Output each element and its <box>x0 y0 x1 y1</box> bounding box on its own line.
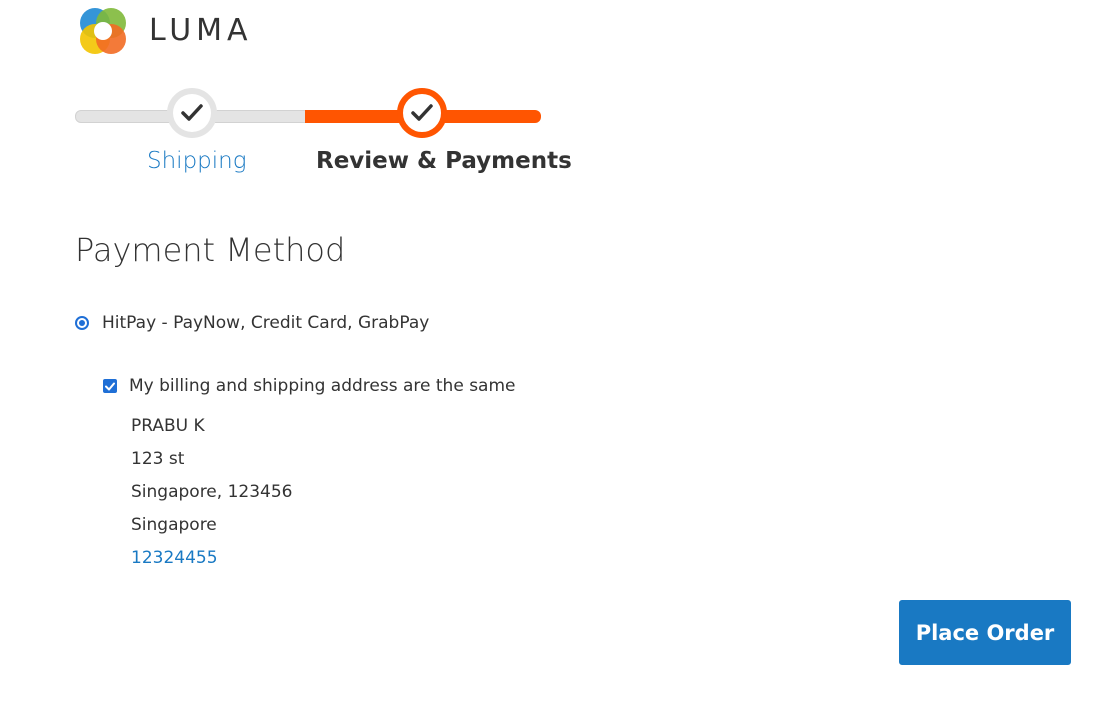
logo-text: LUMA <box>149 13 253 48</box>
address-phone-link[interactable]: 12324455 <box>131 542 292 575</box>
address-name: PRABU K <box>131 416 205 436</box>
step-shipping-link[interactable]: Shipping <box>147 146 247 176</box>
payment-option-hitpay[interactable]: HitPay - PayNow, Credit Card, GrabPay <box>75 310 429 336</box>
payment-method-title: Payment Method <box>75 231 346 269</box>
payment-method-label[interactable]: HitPay - PayNow, Credit Card, GrabPay <box>102 313 429 333</box>
luma-logo-icon <box>80 8 126 54</box>
step-shipping-marker[interactable] <box>167 88 217 138</box>
step-review-label: Review & Payments <box>316 148 572 174</box>
checkout-progress-bar: Shipping Review & Payments <box>75 88 572 178</box>
payment-method-radio[interactable] <box>75 316 89 330</box>
radio-selected-dot <box>79 320 85 326</box>
checkbox-check-icon <box>105 382 115 390</box>
billing-same-label[interactable]: My billing and shipping address are the … <box>129 376 515 396</box>
luma-logo[interactable]: LUMA <box>75 3 275 59</box>
billing-same-checkbox[interactable] <box>103 379 117 393</box>
checkmark-icon <box>181 104 203 121</box>
billing-address: PRABU K 123 st Singapore, 123456 Singapo… <box>131 410 292 575</box>
address-city-postcode: Singapore, 123456 <box>131 482 293 502</box>
step-review-marker <box>397 88 447 138</box>
checkmark-icon <box>411 104 433 121</box>
place-order-button[interactable]: Place Order <box>899 600 1071 665</box>
address-country: Singapore <box>131 515 217 535</box>
address-street: 123 st <box>131 449 185 469</box>
billing-same-as-shipping[interactable]: My billing and shipping address are the … <box>103 373 515 399</box>
